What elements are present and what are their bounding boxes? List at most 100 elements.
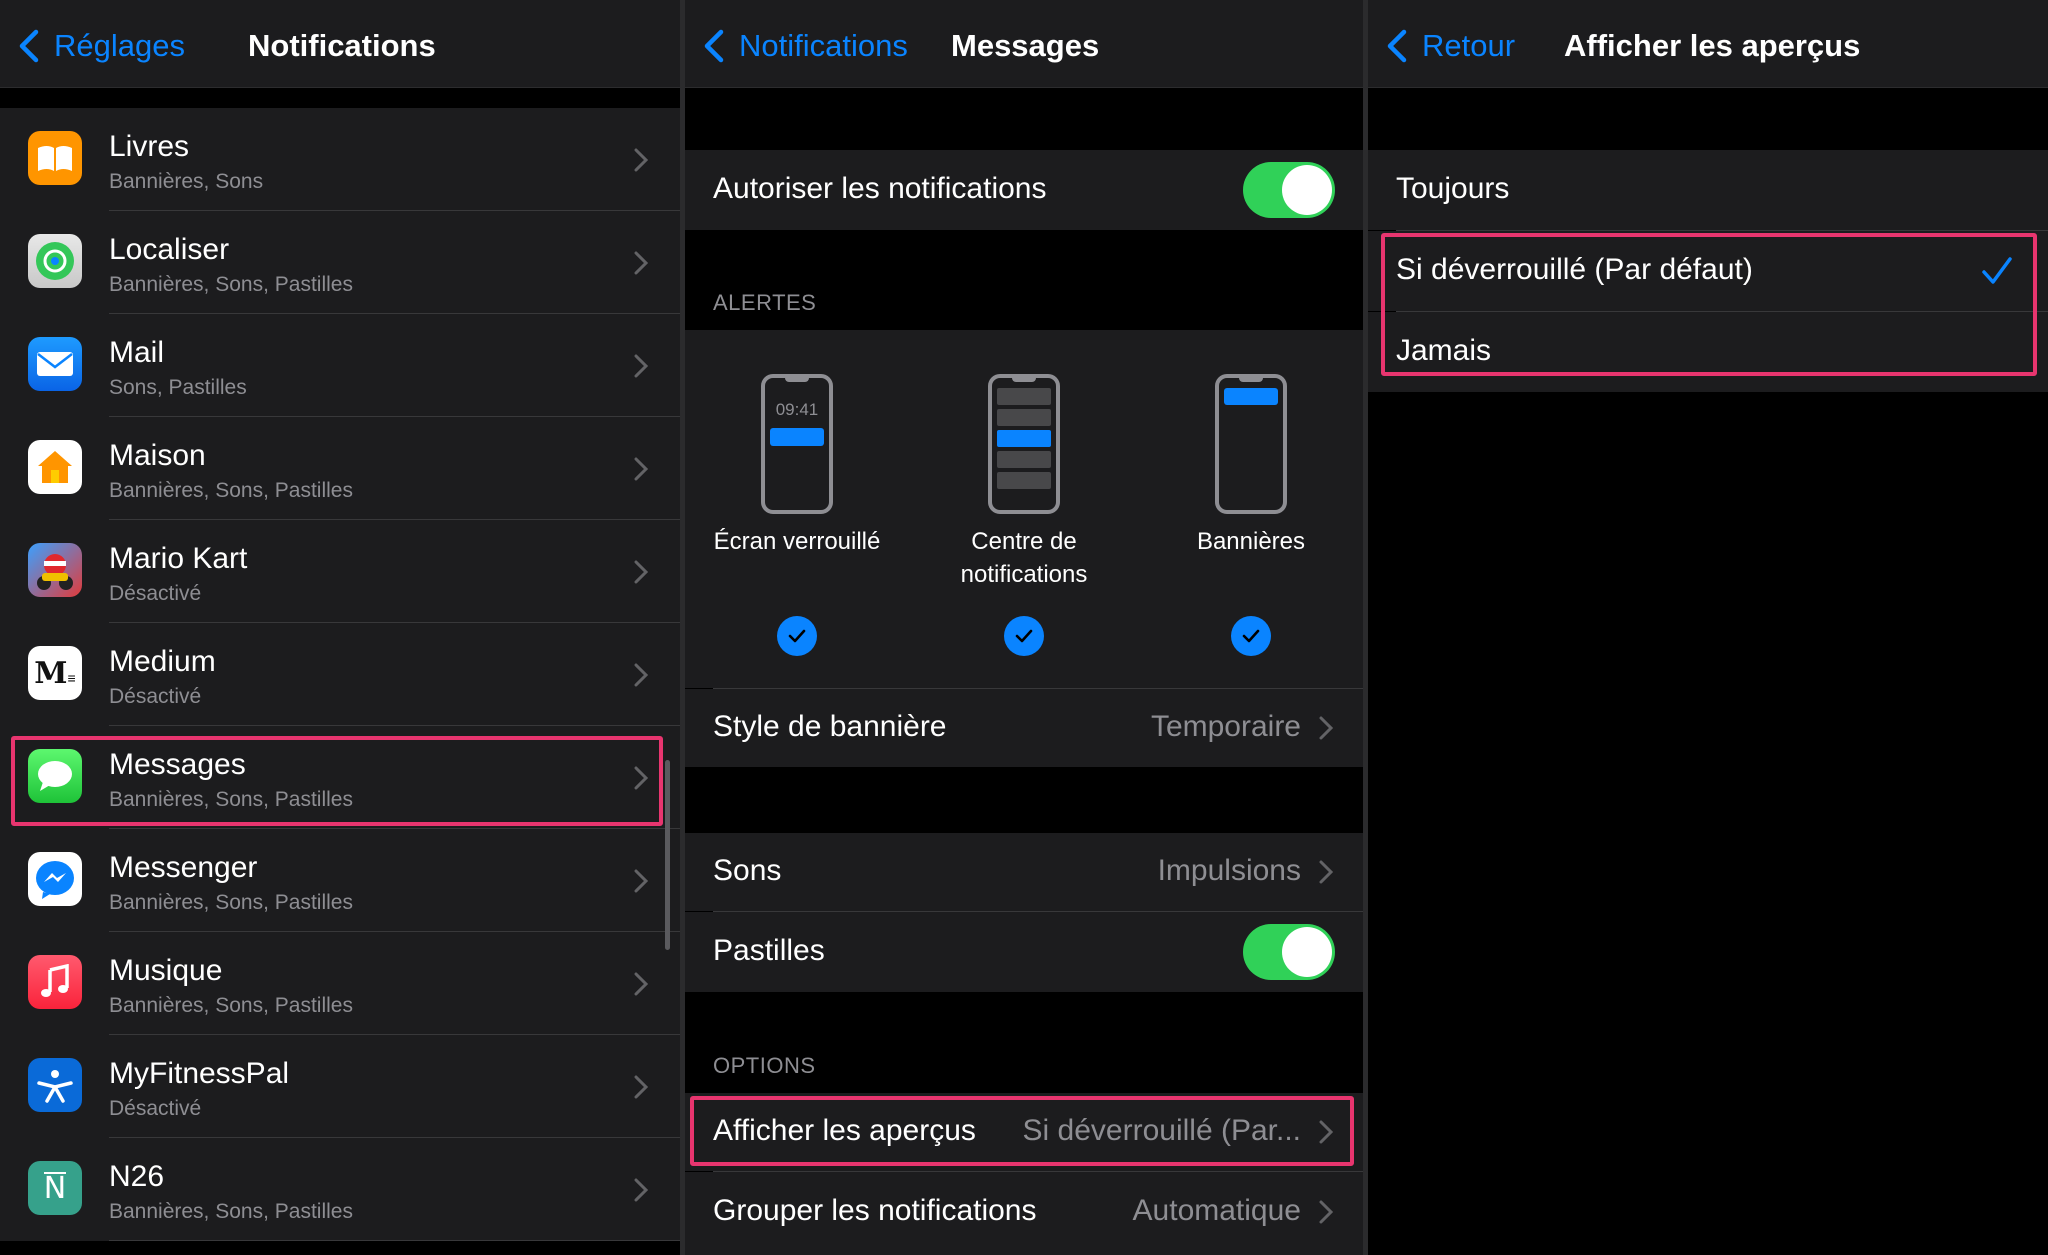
chevron-right-icon <box>634 560 649 584</box>
chevron-right-icon <box>634 251 649 275</box>
notification-center-check[interactable] <box>1004 616 1044 656</box>
lock-screen-phone-icon: 09:41 <box>761 374 833 514</box>
chevron-left-icon <box>704 29 724 63</box>
app-summary: Désactivé <box>109 1097 202 1120</box>
music-icon <box>28 955 82 1009</box>
highlight-box-messages <box>11 736 663 826</box>
books-icon <box>28 131 82 185</box>
app-name: Medium <box>109 645 216 678</box>
group-notifications-value: Automatique <box>1132 1194 1301 1227</box>
chevron-right-icon <box>1319 860 1334 884</box>
checkmark-icon <box>1242 629 1260 643</box>
section-header-alerts: ALERTES <box>713 290 817 315</box>
list-item-medium[interactable]: M ≡ Medium Désactivé <box>0 623 680 726</box>
notification-center-phone-icon <box>988 374 1060 514</box>
chevron-right-icon <box>634 1178 649 1202</box>
scrollbar[interactable] <box>665 760 670 950</box>
allow-notifications-toggle[interactable] <box>1243 162 1335 218</box>
alert-style-label: Écran verrouillé <box>713 528 881 555</box>
chevron-right-icon <box>1319 716 1334 740</box>
badges-toggle[interactable] <box>1243 924 1335 980</box>
list-item-mail[interactable]: Mail Sons, Pastilles <box>0 314 680 417</box>
back-label: Notifications <box>739 28 908 63</box>
chevron-left-icon <box>1387 29 1407 63</box>
medium-icon: M ≡ <box>28 646 82 700</box>
page-title: Afficher les aperçus <box>1564 28 1861 63</box>
app-summary: Bannières, Sons, Pastilles <box>109 273 353 296</box>
badges-label: Pastilles <box>713 934 825 967</box>
app-name: Maison <box>109 439 206 472</box>
app-summary: Bannières, Sons, Pastilles <box>109 1200 353 1223</box>
list-item-maison[interactable]: Maison Bannières, Sons, Pastilles <box>0 417 680 520</box>
highlight-box-show-previews <box>690 1096 1354 1166</box>
nav-bar: Retour Afficher les aperçus <box>1368 0 2048 88</box>
section-header-options: OPTIONS <box>713 1053 816 1078</box>
checkmark-icon <box>788 629 806 643</box>
app-name: Mario Kart <box>109 542 248 575</box>
app-name: Mail <box>109 336 165 369</box>
list-item-musique[interactable]: Musique Bannières, Sons, Pastilles <box>0 932 680 1035</box>
option-always[interactable]: Toujours <box>1368 150 2048 230</box>
allow-notifications-row: Autoriser les notifications <box>685 150 1363 230</box>
checkmark-icon <box>1015 629 1033 643</box>
app-summary: Sons, Pastilles <box>109 376 247 399</box>
badges-row: Pastilles <box>685 912 1363 992</box>
chevron-right-icon <box>634 869 649 893</box>
list-item-localiser[interactable]: Localiser Bannières, Sons, Pastilles <box>0 211 680 314</box>
app-name: Livres <box>109 130 190 163</box>
sounds-value: Impulsions <box>1157 854 1301 887</box>
chevron-right-icon <box>634 972 649 996</box>
show-previews-panel: Retour Afficher les aperçus Toujours Si … <box>1368 0 2048 1255</box>
list-item-myfitnesspal[interactable]: MyFitnessPal Désactivé <box>0 1035 680 1138</box>
app-summary: Bannières, Sons, Pastilles <box>109 994 353 1017</box>
alert-style-label: Bannières <box>1196 528 1306 555</box>
mario-kart-icon <box>28 543 82 597</box>
app-summary: Bannières, Sons, Pastilles <box>109 479 353 502</box>
alert-styles-group: 09:41 Écran verrouillé Centre de notific… <box>685 330 1363 688</box>
banner-style-row[interactable]: Style de bannière Temporaire <box>685 689 1363 767</box>
app-summary: Désactivé <box>109 582 202 605</box>
chevron-left-icon <box>19 29 39 63</box>
chevron-right-icon <box>1319 1200 1334 1224</box>
messages-settings-panel: Notifications Messages Autoriser les not… <box>685 0 1363 1255</box>
group-notifications-row[interactable]: Grouper les notifications Automatique <box>685 1172 1363 1255</box>
list-item-messenger[interactable]: Messenger Bannières, Sons, Pastilles <box>0 829 680 932</box>
alert-style-label: Centre de notifications <box>960 528 1088 588</box>
app-summary: Bannières, Sons <box>109 170 264 193</box>
back-label: Retour <box>1422 28 1516 63</box>
n26-icon: N <box>28 1161 82 1215</box>
chevron-right-icon <box>634 1075 649 1099</box>
option-label: Toujours <box>1396 172 1510 205</box>
banners-check[interactable] <box>1231 616 1271 656</box>
app-name: Messenger <box>109 851 258 884</box>
app-name: Musique <box>109 954 223 987</box>
list-item-mario-kart[interactable]: Mario Kart Désactivé <box>0 520 680 623</box>
app-name: N26 <box>109 1160 165 1193</box>
home-icon <box>28 440 82 494</box>
banners-phone-icon <box>1215 374 1287 514</box>
sounds-row[interactable]: Sons Impulsions <box>685 833 1363 911</box>
notifications-panel: Réglages Notifications Livres Bannières,… <box>0 0 680 1255</box>
sounds-label: Sons <box>713 854 782 887</box>
back-button[interactable]: Retour <box>1382 26 1515 66</box>
chevron-right-icon <box>634 663 649 687</box>
lock-screen-check[interactable] <box>777 616 817 656</box>
chevron-right-icon <box>634 148 649 172</box>
page-title: Notifications <box>248 28 436 63</box>
chevron-right-icon <box>634 354 649 378</box>
list-item-n26[interactable]: N N26 Bannières, Sons, Pastilles <box>0 1138 680 1241</box>
highlight-box-options <box>1381 233 2037 376</box>
back-button[interactable]: Réglages <box>14 26 185 66</box>
list-item-livres[interactable]: Livres Bannières, Sons <box>0 108 680 211</box>
app-summary: Bannières, Sons, Pastilles <box>109 891 353 914</box>
nav-bar: Réglages Notifications <box>0 0 680 88</box>
mail-icon <box>28 337 82 391</box>
myfitnesspal-icon <box>28 1058 82 1112</box>
app-summary: Désactivé <box>109 685 202 708</box>
back-button[interactable]: Notifications <box>699 26 908 66</box>
banner-style-value: Temporaire <box>1150 710 1301 743</box>
allow-notifications-label: Autoriser les notifications <box>713 172 1047 205</box>
banner-style-label: Style de bannière <box>713 710 947 743</box>
find-my-icon <box>28 234 82 288</box>
group-notifications-label: Grouper les notifications <box>713 1194 1037 1227</box>
